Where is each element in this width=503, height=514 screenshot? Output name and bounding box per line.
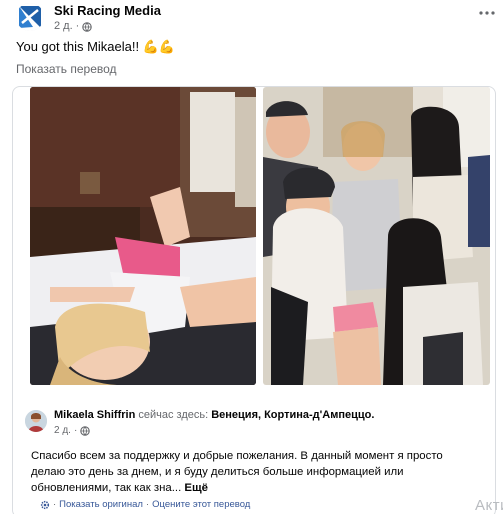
- original-author-avatar[interactable]: [25, 410, 47, 432]
- post-author-name[interactable]: Ski Racing Media: [54, 3, 161, 18]
- translation-controls: · Показать оригинал · Оцените этот перев…: [40, 499, 250, 510]
- activation-watermark: Акти: [475, 497, 503, 514]
- more-options-icon[interactable]: [479, 6, 495, 16]
- selfie-photo[interactable]: [30, 87, 256, 385]
- post-header: Ski Racing Media 2 д. ·: [16, 3, 161, 33]
- original-post-body: Спасибо всем за поддержку и добрые пожел…: [31, 450, 443, 494]
- location-link[interactable]: Венеция, Кортина-д'Ампеццо.: [211, 409, 374, 421]
- post-caption: You got this Mikaela!! 💪💪: [16, 39, 176, 54]
- post-timestamp[interactable]: 2 д.: [54, 20, 73, 33]
- globe-icon: [82, 21, 93, 32]
- show-original-link[interactable]: Показать оригинал: [59, 499, 143, 510]
- location-prefix: сейчас здесь:: [138, 409, 209, 421]
- gear-icon[interactable]: [40, 500, 50, 510]
- original-post-header: Mikaela Shiffrin сейчас здесь: Венеция, …: [25, 409, 374, 436]
- group-photo[interactable]: [263, 87, 490, 385]
- separator-dot: ·: [53, 499, 57, 510]
- original-timestamp[interactable]: 2 д.: [54, 425, 71, 436]
- rate-translation-link[interactable]: Оцените этот перевод: [152, 499, 250, 510]
- separator-dot: ·: [145, 499, 150, 510]
- shared-post-card[interactable]: Mikaela Shiffrin сейчас здесь: Венеция, …: [12, 86, 496, 514]
- original-post-text: Спасибо всем за поддержку и добрые пожел…: [31, 448, 471, 496]
- facebook-post: Ski Racing Media 2 д. · You got this Mik…: [0, 0, 503, 514]
- globe-icon: [80, 425, 91, 436]
- original-author-name[interactable]: Mikaela Shiffrin: [54, 409, 135, 421]
- page-avatar[interactable]: [16, 3, 44, 31]
- show-translation-link[interactable]: Показать перевод: [16, 62, 117, 76]
- see-more-link[interactable]: Ещё: [184, 482, 208, 494]
